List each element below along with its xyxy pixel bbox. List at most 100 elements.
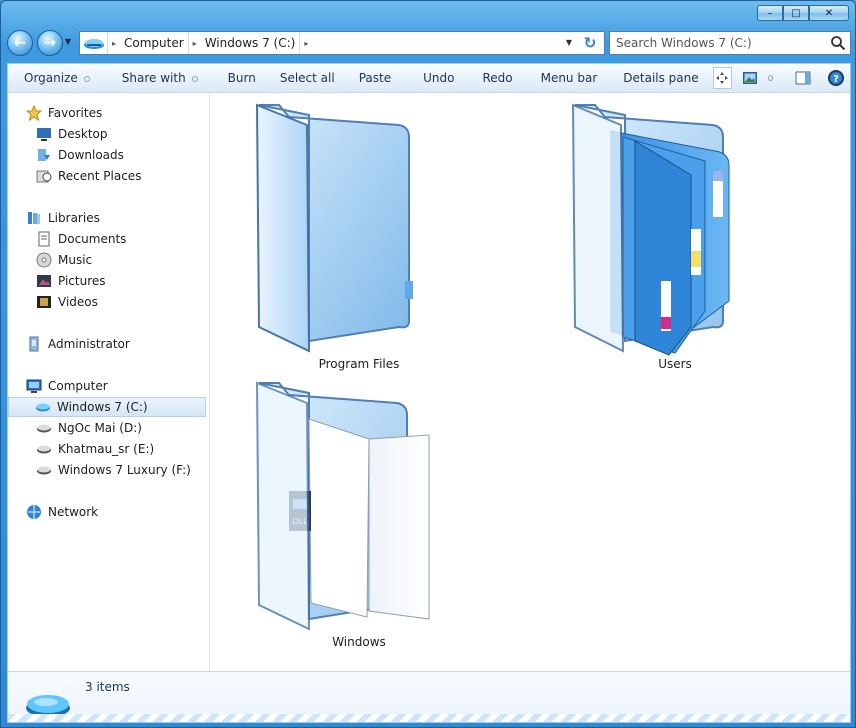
folder-icon bbox=[571, 103, 730, 356]
share-with-button[interactable]: Share with bbox=[100, 66, 208, 90]
address-bar[interactable]: ▸ Computer ▸ Windows 7 (C:) ▸ ▼ ↻ bbox=[79, 31, 605, 55]
drive-icon bbox=[80, 32, 108, 54]
arrow-left-icon: ← bbox=[14, 35, 26, 51]
paste-button[interactable]: Paste bbox=[345, 66, 401, 90]
breadcrumb-separator-icon[interactable]: ▸ bbox=[300, 39, 312, 48]
libraries-icon bbox=[26, 210, 42, 226]
music-icon bbox=[36, 252, 52, 268]
redo-button[interactable]: Redo bbox=[464, 66, 522, 90]
close-button[interactable]: ✕ bbox=[809, 5, 849, 21]
sidebar-item-favorites[interactable]: Favorites bbox=[26, 103, 224, 123]
sidebar-item-computer[interactable]: Computer bbox=[26, 376, 224, 396]
sidebar-item-libraries[interactable]: Libraries bbox=[26, 208, 224, 228]
minimize-button[interactable]: – bbox=[757, 5, 783, 21]
folder-label: Program Files bbox=[318, 357, 400, 371]
preview-pane-icon[interactable] bbox=[793, 67, 812, 89]
drive-icon bbox=[35, 399, 51, 415]
sidebar-item-label: Recent Places bbox=[58, 169, 142, 183]
file-list: Program Files Users Windows bbox=[211, 93, 851, 671]
pictures-icon bbox=[36, 273, 52, 289]
desktop-icon bbox=[36, 126, 52, 142]
maximize-button[interactable]: □ bbox=[783, 5, 809, 21]
dropdown-dot-icon bbox=[191, 75, 198, 82]
search-icon[interactable] bbox=[830, 35, 846, 51]
sidebar-item-network[interactable]: Network bbox=[26, 502, 224, 522]
folder-item[interactable]: DLL bbox=[249, 379, 439, 639]
move-icon[interactable] bbox=[712, 67, 733, 89]
sidebar-item-label: Libraries bbox=[48, 211, 100, 225]
refresh-icon[interactable]: ↻ bbox=[580, 34, 600, 52]
folder-item[interactable] bbox=[249, 101, 413, 361]
select-all-button[interactable]: Select all bbox=[266, 66, 345, 90]
sidebar-item-desktop[interactable]: Desktop bbox=[36, 124, 234, 144]
caption-buttons: – □ ✕ bbox=[757, 5, 849, 21]
maximize-icon: □ bbox=[791, 7, 801, 19]
breadcrumb-computer[interactable]: Computer bbox=[120, 32, 189, 54]
view-dropdown-icon[interactable] bbox=[767, 75, 774, 81]
breadcrumb-separator-icon[interactable]: ▸ bbox=[189, 39, 201, 48]
search-placeholder: Search Windows 7 (C:) bbox=[616, 36, 752, 50]
view-icon[interactable] bbox=[740, 67, 759, 89]
sidebar-item-label: Favorites bbox=[48, 106, 103, 120]
help-icon[interactable]: ? bbox=[827, 67, 846, 89]
folder-icon: DLL bbox=[255, 381, 430, 631]
sidebar-item-label: Windows 7 (C:) bbox=[57, 400, 148, 414]
close-icon: ✕ bbox=[824, 7, 834, 19]
main-area: Favorites Desktop Downloads Recent Place… bbox=[7, 93, 851, 671]
sidebar-item-label: NgOc Mai (D:) bbox=[58, 421, 142, 435]
sidebar-item-music[interactable]: Music bbox=[36, 250, 234, 270]
sidebar-item-label: Videos bbox=[58, 295, 98, 309]
undo-button[interactable]: Undo bbox=[401, 66, 464, 90]
menu-bar-button[interactable]: Menu bar bbox=[523, 66, 608, 90]
address-dropdown-icon[interactable]: ▼ bbox=[566, 38, 572, 47]
status-stripe bbox=[8, 714, 850, 722]
sidebar-item-videos[interactable]: Videos bbox=[36, 292, 234, 312]
command-bar: Organize Share with Burn Select all Past… bbox=[7, 63, 851, 93]
sidebar-item-label: Computer bbox=[48, 379, 108, 393]
navigation-pane: Favorites Desktop Downloads Recent Place… bbox=[8, 93, 210, 671]
folder-label: Windows bbox=[332, 635, 386, 649]
folder-item[interactable] bbox=[565, 101, 745, 361]
burn-button[interactable]: Burn bbox=[208, 66, 266, 90]
details-pane-button[interactable]: Details pane bbox=[607, 66, 708, 90]
sidebar-item-downloads[interactable]: Downloads bbox=[36, 145, 234, 165]
sidebar-item-administrator[interactable]: Administrator bbox=[26, 334, 224, 354]
sidebar-item-khatmau-e[interactable]: Khatmau_sr (E:) bbox=[36, 439, 234, 459]
item-count: 3 items bbox=[85, 680, 130, 694]
sidebar-item-label: Documents bbox=[58, 232, 127, 246]
recent-places-icon bbox=[36, 168, 52, 184]
drive-icon bbox=[36, 462, 52, 478]
search-input[interactable]: Search Windows 7 (C:) bbox=[609, 31, 851, 55]
sidebar-item-label: Downloads bbox=[58, 148, 124, 162]
user-folder-icon bbox=[26, 336, 42, 352]
breadcrumb-drive[interactable]: Windows 7 (C:) bbox=[201, 32, 301, 54]
sidebar-item-ngoc-mai-d[interactable]: NgOc Mai (D:) bbox=[36, 418, 234, 438]
organize-label: Organize bbox=[24, 71, 78, 85]
network-icon bbox=[26, 504, 42, 520]
breadcrumb-separator-icon[interactable]: ▸ bbox=[108, 39, 120, 48]
sidebar-item-recent-places[interactable]: Recent Places bbox=[36, 166, 234, 186]
sidebar-item-label: Music bbox=[58, 253, 93, 267]
svg-text:?: ? bbox=[833, 74, 839, 85]
organize-button[interactable]: Organize bbox=[8, 66, 100, 90]
forward-button[interactable]: → bbox=[37, 30, 63, 56]
sidebar-item-label: Administrator bbox=[48, 337, 130, 351]
folder-label: Users bbox=[658, 357, 692, 371]
sidebar-item-label: Khatmau_sr (E:) bbox=[58, 442, 155, 456]
sidebar-item-documents[interactable]: Documents bbox=[36, 229, 234, 249]
dropdown-dot-icon bbox=[83, 75, 90, 82]
status-bar: 3 items bbox=[7, 671, 851, 723]
drive-icon bbox=[36, 441, 52, 457]
star-icon bbox=[26, 105, 42, 121]
arrow-right-icon: → bbox=[44, 35, 56, 51]
drive-icon bbox=[36, 420, 52, 436]
sidebar-item-windows7-c[interactable]: Windows 7 (C:) bbox=[8, 397, 206, 417]
recent-pages-dropdown[interactable]: ▼ bbox=[65, 37, 71, 46]
documents-icon bbox=[36, 231, 52, 247]
folder-icon bbox=[255, 103, 413, 353]
sidebar-item-windows7-luxury-f[interactable]: Windows 7 Luxury (F:) bbox=[36, 460, 234, 480]
sidebar-item-label: Pictures bbox=[58, 274, 106, 288]
sidebar-item-pictures[interactable]: Pictures bbox=[36, 271, 234, 291]
navigation-bar: ← → ▼ ▸ Computer ▸ Windows 7 (C:) ▸ ▼ ↻ … bbox=[7, 29, 851, 57]
back-button[interactable]: ← bbox=[7, 30, 33, 56]
